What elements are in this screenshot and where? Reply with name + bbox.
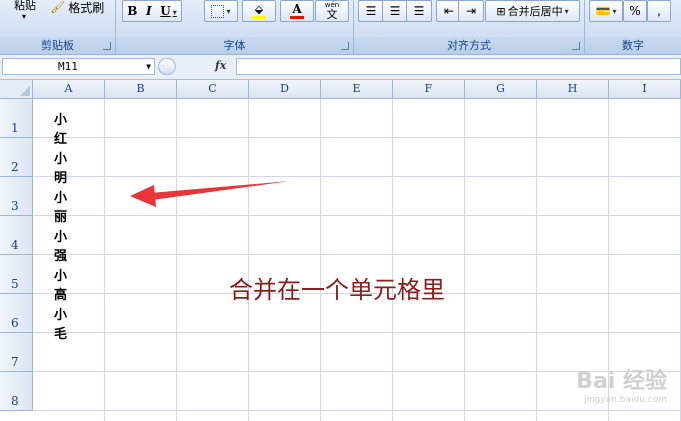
annotation-arrow <box>130 181 290 207</box>
annotation-text: 合并在一个单元格里 <box>229 276 445 304</box>
watermark-brand: Bai 经验 <box>576 369 667 394</box>
watermark-url: jingyan.baidu.com <box>583 395 667 405</box>
watermark-logo: Bai 经验 jingyan.baidu.com <box>576 363 667 405</box>
